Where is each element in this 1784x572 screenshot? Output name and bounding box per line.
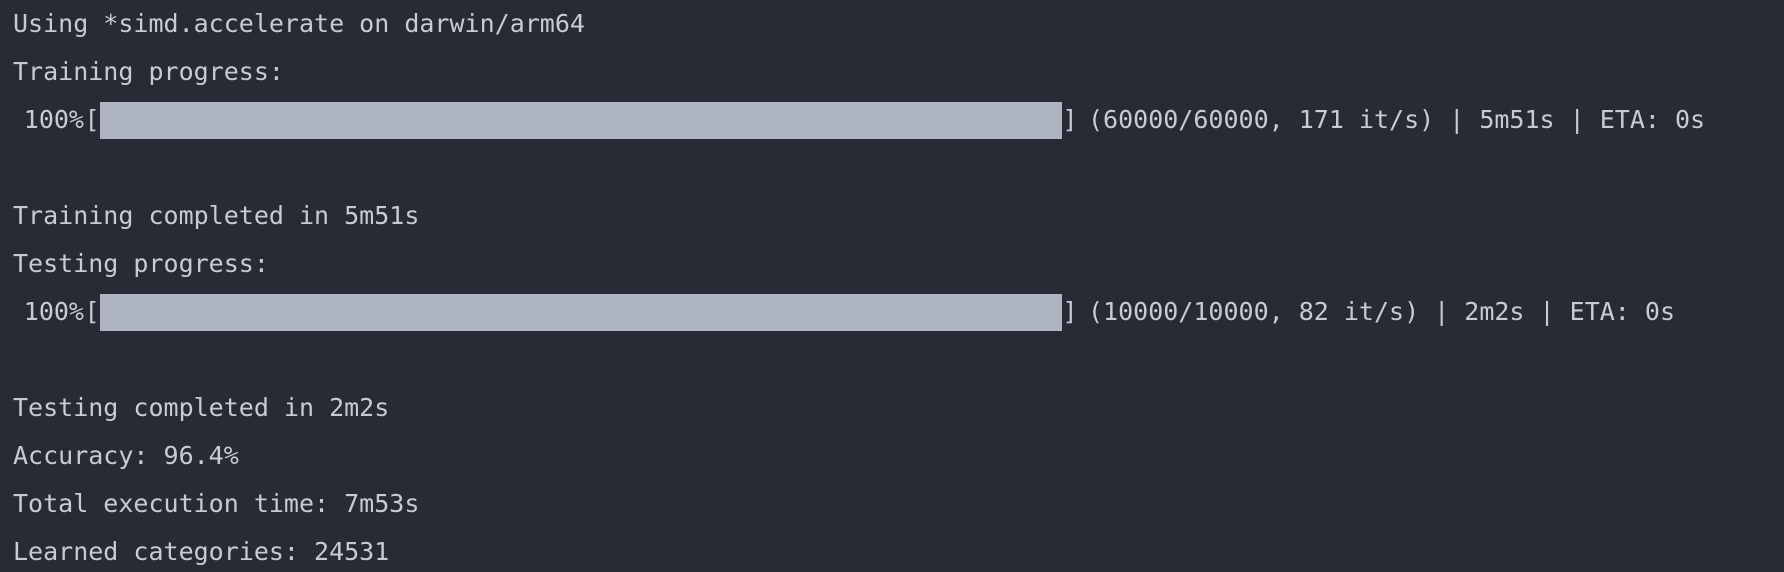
training-progress-fill [100, 101, 1062, 139]
testing-percent: 100% [23, 297, 84, 326]
learned-categories-line: Learned categories: 24531 [13, 528, 389, 572]
total-time-text: Total execution time: 7m53s [13, 489, 420, 518]
testing-header-line: Testing progress: [13, 240, 269, 288]
training-completed-text: Training completed in 5m51s [13, 201, 420, 230]
training-stats: (60000/60000, 171 it/s) | 5m51s | ETA: 0… [1088, 105, 1706, 134]
training-percent: 100% [23, 105, 84, 134]
terminal-output[interactable]: Using *simd.accelerate on darwin/arm64 T… [0, 0, 1784, 572]
env-text: Using *simd.accelerate on darwin/arm64 [13, 9, 585, 38]
testing-completed-text: Testing completed in 2m2s [13, 393, 390, 422]
training-header-text: Training progress: [13, 57, 284, 86]
total-time-line: Total execution time: 7m53s [13, 480, 419, 528]
testing-stats: (10000/10000, 82 it/s) | 2m2s | ETA: 0s [1088, 297, 1675, 326]
training-bar-close-bracket: ] [1062, 105, 1078, 134]
testing-bar-close-bracket: ] [1062, 297, 1078, 326]
testing-bar-open-bracket: [ [84, 297, 100, 326]
training-progress-line: 100% [ ] (60000/60000, 171 it/s) | 5m51s… [0, 96, 1705, 144]
testing-progress-line: 100% [ ] (10000/10000, 82 it/s) | 2m2s |… [0, 288, 1675, 336]
testing-progress-bar [100, 293, 1062, 331]
training-header-line: Training progress: [13, 48, 284, 96]
testing-completed-line: Testing completed in 2m2s [13, 384, 389, 432]
learned-categories-text: Learned categories: 24531 [13, 537, 390, 566]
training-progress-bar [100, 101, 1062, 139]
training-completed-line: Training completed in 5m51s [13, 192, 419, 240]
testing-progress-fill [100, 293, 1062, 331]
accuracy-line: Accuracy: 96.4% [13, 432, 239, 480]
testing-header-text: Testing progress: [13, 249, 269, 278]
env-line: Using *simd.accelerate on darwin/arm64 [13, 0, 585, 48]
accuracy-text: Accuracy: 96.4% [13, 441, 239, 470]
training-bar-open-bracket: [ [84, 105, 100, 134]
